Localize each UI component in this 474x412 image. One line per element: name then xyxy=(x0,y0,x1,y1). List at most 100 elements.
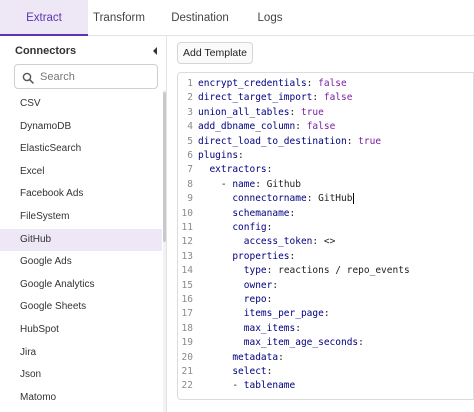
connector-item-json[interactable]: Json xyxy=(0,364,162,387)
yaml-separator: : xyxy=(312,92,324,104)
connectors-sidebar: Connectors CSVDynamoDBElasticSearchExcel… xyxy=(0,36,167,412)
yaml-separator: : xyxy=(306,193,319,205)
connector-item-filesystem[interactable]: FileSystem xyxy=(0,206,162,229)
code-line: 18 max_items: xyxy=(178,322,473,336)
connector-item-facebook-ads[interactable]: Facebook Ads xyxy=(0,183,162,206)
line-number: 8 xyxy=(187,178,193,190)
line-number: 1 xyxy=(187,78,193,89)
connector-item-hubspot[interactable]: HubSpot xyxy=(0,319,162,342)
connector-item-elasticsearch[interactable]: ElasticSearch xyxy=(0,138,162,161)
connector-item-excel[interactable]: Excel xyxy=(0,161,162,184)
sidebar-title: Connectors xyxy=(15,45,77,57)
code-line: 14 type: reactions / repo_events xyxy=(178,264,473,278)
yaml-separator: : xyxy=(278,351,284,363)
line-number: 10 xyxy=(181,207,193,219)
yaml-key: connectorname xyxy=(232,193,307,205)
line-number: 3 xyxy=(187,106,193,118)
code-line: 21 select: xyxy=(178,365,473,379)
line-number: 13 xyxy=(181,250,193,262)
line-number: 16 xyxy=(181,294,193,305)
yaml-separator: : xyxy=(346,135,359,147)
connector-item-matomo[interactable]: Matomo xyxy=(0,387,162,410)
tab-destination[interactable]: Destination xyxy=(160,0,240,36)
yaml-separator: : xyxy=(306,78,319,89)
code-line: 6 plugins: xyxy=(178,149,473,163)
code-line: 5 direct_load_to_destination: true xyxy=(178,135,473,149)
yaml-value: true xyxy=(358,135,382,147)
code-line: 7 extractors: xyxy=(178,163,473,177)
line-number: 2 xyxy=(187,92,193,104)
yaml-separator: : xyxy=(272,279,279,291)
tab-extract[interactable]: Extract xyxy=(0,0,88,36)
yaml-key: add_dbname_column xyxy=(198,121,296,133)
line-number: 18 xyxy=(181,322,193,334)
line-number: 9 xyxy=(187,193,193,205)
connector-item-github[interactable]: GitHub xyxy=(0,228,162,252)
connector-item-dynamodb[interactable]: DynamoDB xyxy=(0,116,162,139)
yaml-value: false xyxy=(318,78,347,89)
yaml-separator: : xyxy=(295,121,307,133)
yaml-key: access_token xyxy=(243,236,313,248)
line-number: 20 xyxy=(181,351,193,363)
yaml-code-editor[interactable]: 1 encrypt_credentials: false 2 direct_targe… xyxy=(177,72,474,400)
line-number: 6 xyxy=(187,150,193,161)
yaml-key: tablename xyxy=(243,380,296,392)
yaml-separator: : xyxy=(238,150,244,161)
connector-item-google-sheets[interactable]: Google Sheets xyxy=(0,296,162,319)
add-template-button[interactable]: Add Template xyxy=(177,42,253,64)
connector-item-google-ads[interactable]: Google Ads xyxy=(0,251,162,274)
connector-item-jira[interactable]: Jira xyxy=(0,342,162,365)
yaml-key: owner xyxy=(243,279,273,291)
code-indent: - xyxy=(198,178,233,190)
tab-logs[interactable]: Logs xyxy=(250,0,290,36)
tab-transform[interactable]: Transform xyxy=(88,0,150,36)
sidebar-scrollbar[interactable] xyxy=(163,90,166,412)
line-number: 14 xyxy=(181,265,193,277)
yaml-separator: : xyxy=(266,222,273,233)
text-cursor xyxy=(353,193,355,205)
search-box xyxy=(14,64,158,89)
yaml-key: max_items xyxy=(243,322,296,334)
yaml-key: select xyxy=(232,366,267,377)
yaml-key: encrypt_credentials xyxy=(198,78,307,89)
line-number: 22 xyxy=(181,380,193,392)
sidebar-scroll-thumb[interactable] xyxy=(163,92,166,242)
yaml-key: plugins xyxy=(198,150,239,161)
connector-item-google-analytics[interactable]: Google Analytics xyxy=(0,274,162,297)
yaml-value: false xyxy=(323,92,353,104)
search-icon xyxy=(22,71,34,84)
yaml-separator: : xyxy=(266,366,273,377)
yaml-value: reactions / repo_events xyxy=(278,265,410,277)
line-number: 17 xyxy=(181,308,193,320)
code-line: 8 - name: Github xyxy=(178,178,473,192)
yaml-key: type xyxy=(243,265,267,277)
yaml-key: name xyxy=(232,178,256,190)
collapse-sidebar-icon[interactable] xyxy=(150,44,160,56)
yaml-key: metadata xyxy=(232,351,279,363)
yaml-separator: : xyxy=(266,164,273,176)
yaml-separator: : xyxy=(266,294,273,305)
search-input[interactable] xyxy=(40,68,152,85)
yaml-key: schemaname xyxy=(232,207,290,219)
yaml-separator: : xyxy=(358,337,364,349)
line-number: 4 xyxy=(187,121,193,133)
line-number: 7 xyxy=(187,164,193,176)
code-line: 1 encrypt_credentials: false xyxy=(178,77,473,91)
yaml-separator: : xyxy=(255,178,267,190)
yaml-value: GitHub xyxy=(318,193,353,205)
yaml-separator: : xyxy=(289,207,296,219)
code-line: 2 direct_target_import: false xyxy=(178,91,473,105)
yaml-key: union_all_tables xyxy=(198,106,290,118)
line-number: 15 xyxy=(181,279,193,291)
yaml-key: extractors xyxy=(209,164,267,176)
line-number: 5 xyxy=(187,135,193,147)
sidebar-header: Connectors xyxy=(15,42,160,62)
connector-item-csv[interactable]: CSV xyxy=(0,93,162,116)
yaml-separator: : xyxy=(289,250,296,262)
